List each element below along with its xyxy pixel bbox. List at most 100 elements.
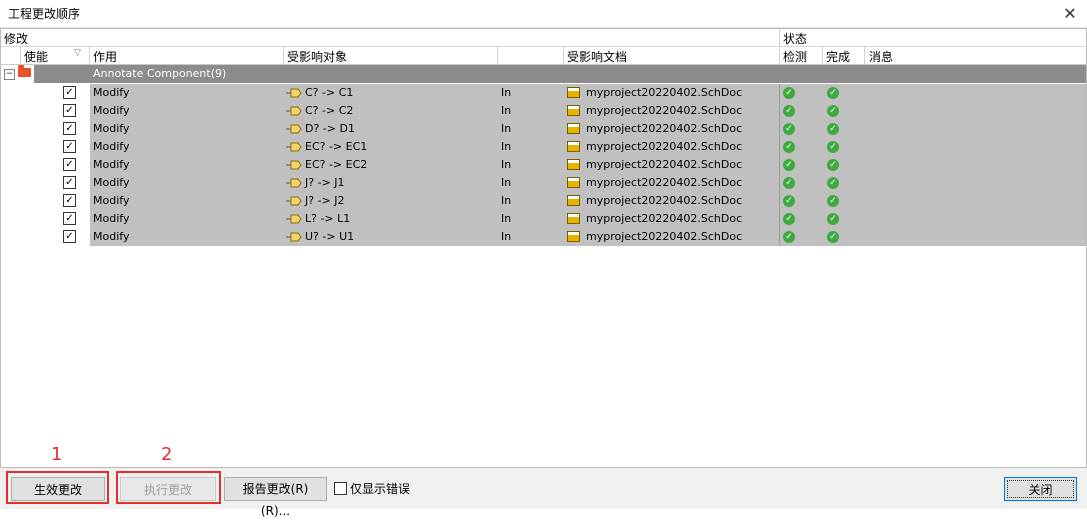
component-arrow-icon — [286, 232, 302, 242]
enable-checkbox[interactable]: ✓ — [63, 104, 76, 117]
header-group-status: 状态 — [783, 32, 808, 46]
row-affected-object: C? -> C1 — [305, 86, 354, 99]
header-separator — [283, 47, 284, 64]
schematic-doc-icon — [567, 105, 580, 116]
row-divider — [779, 156, 780, 174]
enable-checkbox[interactable]: ✓ — [63, 122, 76, 135]
schematic-doc-icon — [567, 231, 580, 242]
check-circle-icon: ✓ — [783, 177, 795, 189]
only-errors-checkbox[interactable] — [334, 482, 347, 495]
schematic-doc-icon — [567, 213, 580, 224]
check-circle-icon: ✓ — [827, 231, 839, 243]
row-direction: In — [501, 86, 512, 99]
row-divider — [779, 210, 780, 228]
enable-checkbox[interactable]: ✓ — [63, 194, 76, 207]
header-separator — [89, 47, 90, 64]
column-header-done[interactable]: 完成 — [826, 48, 850, 65]
header-separator — [864, 47, 865, 64]
component-arrow-icon — [286, 196, 302, 206]
row-direction: In — [501, 104, 512, 117]
folder-icon — [18, 65, 31, 77]
row-affected-object: EC? -> EC1 — [305, 140, 368, 153]
row-direction: In — [501, 230, 512, 243]
report-changes-button[interactable]: 报告更改(R) (R)... — [224, 477, 327, 518]
row-affected-doc: myproject20220402.SchDoc — [586, 86, 743, 99]
schematic-doc-icon — [567, 195, 580, 206]
row-action: Modify — [93, 176, 130, 189]
table-row[interactable]: ✓ Modify J? -> J2 In myproject20220402.SchDo… — [1, 192, 1086, 210]
column-header-affected-doc[interactable]: 受影响文档 — [567, 48, 627, 65]
enable-checkbox[interactable]: ✓ — [63, 230, 76, 243]
enable-checkbox[interactable]: ✓ — [63, 212, 76, 225]
column-header-action[interactable]: 作用 — [93, 48, 117, 65]
schematic-doc-icon — [567, 159, 580, 170]
check-circle-icon: ✓ — [783, 87, 795, 99]
change-order-grid: 修改 状态 使能 ▽ 作用 受影响对象 受影响文档 检测 完成 消息 − Ann… — [0, 28, 1087, 468]
table-row[interactable]: ✓ Modify C? -> C1 In myproject20220402.SchDo… — [1, 84, 1086, 102]
row-divider — [779, 84, 780, 102]
row-action: Modify — [93, 158, 130, 171]
enable-checkbox[interactable]: ✓ — [63, 158, 76, 171]
enable-checkbox[interactable]: ✓ — [63, 176, 76, 189]
row-direction: In — [501, 158, 512, 171]
row-divider — [779, 174, 780, 192]
check-circle-icon: ✓ — [783, 159, 795, 171]
row-affected-object: D? -> D1 — [305, 122, 355, 135]
table-row[interactable]: ✓ Modify U? -> U1 In myproject20220402.SchDo… — [1, 228, 1086, 246]
enable-checkbox[interactable]: ✓ — [63, 140, 76, 153]
annotation-box-2 — [116, 471, 221, 504]
check-circle-icon: ✓ — [827, 195, 839, 207]
row-direction: In — [501, 176, 512, 189]
check-circle-icon: ✓ — [827, 123, 839, 135]
column-header-message[interactable]: 消息 — [869, 48, 893, 65]
header-separator — [497, 47, 498, 64]
schematic-doc-icon — [567, 87, 580, 98]
table-row[interactable]: ✓ Modify D? -> D1 In myproject20220402.SchDo… — [1, 120, 1086, 138]
row-affected-doc: myproject20220402.SchDoc — [586, 140, 743, 153]
column-header-check[interactable]: 检测 — [783, 48, 807, 65]
row-divider — [779, 120, 780, 138]
table-row[interactable]: ✓ Modify L? -> L1 In myproject20220402.SchDo… — [1, 210, 1086, 228]
close-button[interactable]: 关闭 — [1004, 477, 1077, 501]
row-affected-object: EC? -> EC2 — [305, 158, 368, 171]
row-affected-object: L? -> L1 — [305, 212, 351, 225]
check-circle-icon: ✓ — [783, 213, 795, 225]
check-circle-icon: ✓ — [827, 213, 839, 225]
header-separator — [779, 29, 780, 46]
row-action: Modify — [93, 140, 130, 153]
check-circle-icon: ✓ — [783, 195, 795, 207]
row-action: Modify — [93, 194, 130, 207]
row-direction: In — [501, 212, 512, 225]
row-divider — [779, 138, 780, 156]
row-affected-doc: myproject20220402.SchDoc — [586, 212, 743, 225]
component-arrow-icon — [286, 178, 302, 188]
row-action: Modify — [93, 212, 130, 225]
row-action: Modify — [93, 86, 130, 99]
header-group-band: 修改 状态 — [1, 29, 1086, 47]
close-icon[interactable]: ✕ — [1059, 2, 1081, 24]
row-affected-doc: myproject20220402.SchDoc — [586, 122, 743, 135]
row-direction: In — [501, 140, 512, 153]
filter-icon[interactable]: ▽ — [74, 48, 81, 58]
row-divider — [779, 192, 780, 210]
schematic-doc-icon — [567, 177, 580, 188]
row-direction: In — [501, 122, 512, 135]
minus-box-icon[interactable]: − — [4, 69, 15, 80]
table-row[interactable]: ✓ Modify EC? -> EC1 In myproject20220402.Sch… — [1, 138, 1086, 156]
component-arrow-icon — [286, 142, 302, 152]
table-row[interactable]: ✓ Modify EC? -> EC2 In myproject20220402.Sch… — [1, 156, 1086, 174]
row-affected-doc: myproject20220402.SchDoc — [586, 176, 743, 189]
column-header-affected-object[interactable]: 受影响对象 — [287, 48, 347, 65]
table-row[interactable]: ✓ Modify J? -> J1 In myproject20220402.SchDo… — [1, 174, 1086, 192]
column-header-enable[interactable]: 使能 — [24, 48, 48, 65]
check-circle-icon: ✓ — [783, 105, 795, 117]
enable-checkbox[interactable]: ✓ — [63, 86, 76, 99]
annotation-label-2: 2 — [161, 444, 173, 465]
check-circle-icon: ✓ — [827, 105, 839, 117]
group-row[interactable]: − Annotate Component(9) — [1, 65, 1086, 83]
row-action: Modify — [93, 104, 130, 117]
row-action: Modify — [93, 230, 130, 243]
table-row[interactable]: ✓ Modify C? -> C2 In myproject20220402.SchDo… — [1, 102, 1086, 120]
component-arrow-icon — [286, 214, 302, 224]
check-circle-icon: ✓ — [783, 123, 795, 135]
